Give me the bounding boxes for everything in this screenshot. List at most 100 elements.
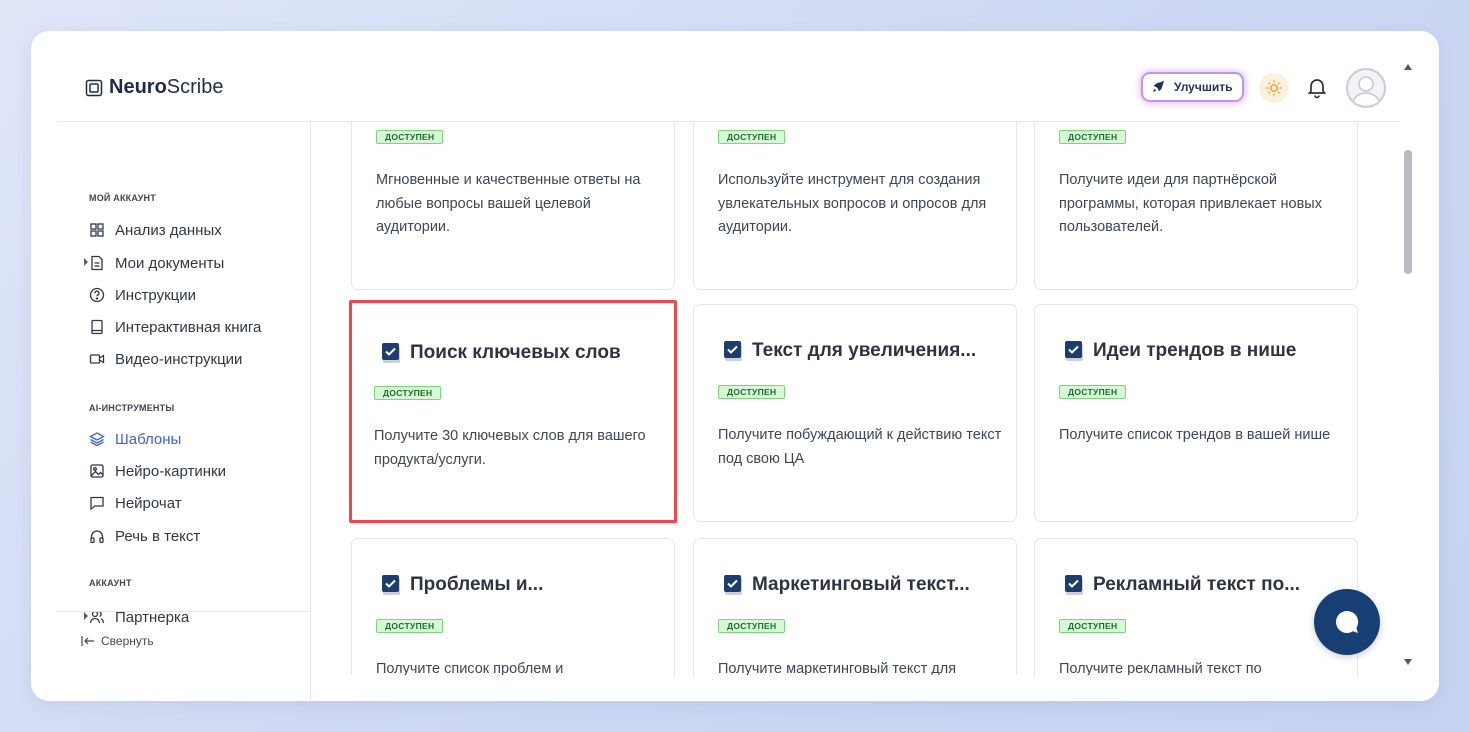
sidebar-item-label: Интерактивная книга [115,318,262,336]
sidebar-item-label: Нейро-картинки [115,462,226,480]
chat-icon [90,496,104,511]
sidebar-item-label: Шаблоны [115,430,182,448]
card-title-text: Поиск ключевых слов [410,342,621,363]
image-icon [90,464,104,478]
card-description: Получите рекламный текст по [1059,661,1262,675]
card-title: Поиск ключевых слов [382,342,621,364]
sidebar-item-templates[interactable]: Шаблоны [89,428,181,450]
section-title-account: АККАУНТ [89,578,132,588]
section-title-my-account: МОЙ АККАУНТ [89,193,156,203]
template-card[interactable]: ДОСТУПЕН Используйте инструмент для созд… [693,122,1017,290]
status-badge: ДОСТУПЕН [376,130,444,144]
card-title: Маркетинговый текст... [724,574,970,596]
card-title: Текст для увеличения... [724,340,976,362]
logo[interactable]: Neuro Scribe [85,76,224,99]
layers-icon [89,432,105,447]
logo-text-rest: Scribe [166,76,224,98]
book-icon [91,319,103,335]
card-description: Получите маркетинговый текст для [718,661,957,675]
card-title-text: Маркетинговый текст... [752,574,970,595]
templates-grid: ДОСТУПЕН Мгновенные и качественные ответ… [311,122,1400,675]
upgrade-button[interactable]: Улучшить [1141,72,1245,102]
template-card[interactable]: Текст для увеличения... ДОСТУПЕН Получит… [693,304,1017,522]
sidebar-item-neuro-images[interactable]: Нейро-картинки [89,460,226,482]
card-title: Рекламный текст по... [1065,574,1300,596]
status-badge: ДОСТУПЕН [376,619,444,633]
sidebar-item-my-documents[interactable]: Мои документы [84,252,225,274]
document-icon [91,255,103,271]
checkbox-icon [382,342,400,363]
template-card[interactable]: ДОСТУПЕН Получите идеи для партнёрской п… [1034,122,1358,290]
card-description: Получите список проблем и [376,661,564,675]
rocket-icon [1152,80,1165,93]
sidebar-item-neurochat[interactable]: Нейрочат [89,492,182,514]
status-badge: ДОСТУПЕН [374,386,442,400]
scroll-down-arrow[interactable] [1404,659,1412,665]
sidebar-item-label: Инструкции [115,286,197,304]
template-card[interactable]: ДОСТУПЕН Мгновенные и качественные ответ… [351,122,675,290]
collapse-arrow-icon [81,636,94,646]
card-description: Получите список трендов в вашей нише [1059,427,1331,443]
status-badge: ДОСТУПЕН [1059,385,1127,399]
collapse-label: Свернуть [101,634,154,648]
sidebar-item-label: Анализ данных [115,221,222,239]
collapse-button[interactable]: Свернуть [81,634,154,648]
video-icon [89,354,105,364]
scrollbar-thumb[interactable] [1404,150,1412,274]
card-title: Идеи трендов в нише [1065,340,1296,362]
sidebar-item-instructions[interactable]: Инструкции [89,284,196,306]
card-description: Получите идеи для партнёрской программы,… [1059,172,1322,235]
chat-bubble-icon [1335,610,1359,633]
sidebar-footer: Свернуть [57,611,310,701]
checkbox-icon [1065,340,1083,361]
card-title-text: Рекламный текст по... [1093,574,1301,595]
grid-icon [90,223,104,237]
checkbox-icon [724,574,742,595]
status-badge: ДОСТУПЕН [1059,130,1127,144]
headphones-icon [90,530,104,544]
scroll-up-arrow[interactable] [1404,64,1412,70]
card-title-text: Идеи трендов в нише [1093,340,1297,361]
sidebar-item-label: Нейрочат [115,494,182,512]
template-card[interactable]: Проблемы и... ДОСТУПЕН Получите список п… [351,538,675,675]
sidebar-item-label: Речь в текст [115,527,201,545]
template-card-keyword-search[interactable]: Поиск ключевых слов ДОСТУПЕН Получите 30… [349,300,677,523]
status-badge: ДОСТУПЕН [718,619,786,633]
checkbox-icon [724,340,742,361]
card-description: Получите побуждающий к действию текст по… [718,427,1002,467]
status-badge: ДОСТУПЕН [718,385,786,399]
logo-icon [85,79,103,96]
status-badge: ДОСТУПЕН [1059,619,1127,633]
card-title: Проблемы и... [382,574,543,596]
sidebar-item-data-analysis[interactable]: Анализ данных [89,219,222,241]
card-description: Получите 30 ключевых слов для вашего про… [374,428,646,468]
status-badge: ДОСТУПЕН [718,130,786,144]
top-bar: Neuro Scribe Улучшить [57,31,1400,122]
sidebar-item-video-instructions[interactable]: Видео-инструкции [89,348,242,370]
sun-icon [1266,80,1282,96]
upgrade-label: Улучшить [1174,80,1233,94]
checkbox-icon [1065,574,1083,595]
avatar[interactable] [1346,68,1386,108]
user-avatar-icon [1351,76,1381,105]
card-title-text: Проблемы и... [410,574,544,595]
help-circle-icon [89,287,105,303]
app-window: Neuro Scribe Улучшить МОЙ АККАУНТ Анализ … [31,31,1439,701]
bell-icon[interactable] [1305,75,1329,99]
template-card[interactable]: Маркетинговый текст... ДОСТУПЕН Получите… [693,538,1017,675]
card-title-text: Текст для увеличения... [752,340,977,361]
sidebar-item-label: Мои документы [115,254,225,272]
support-chat-button[interactable] [1314,589,1380,655]
checkbox-icon [382,574,400,595]
expand-caret-icon[interactable] [84,258,88,266]
card-description: Используйте инструмент для создания увле… [718,172,987,235]
logo-text-bold: Neuro [109,76,167,98]
sidebar: МОЙ АККАУНТ Анализ данных Мои документы … [57,122,311,701]
sidebar-item-label: Видео-инструкции [115,350,243,368]
template-card[interactable]: Рекламный текст по... ДОСТУПЕН Получите … [1034,538,1358,675]
section-title-ai-tools: AI-ИНСТРУМЕНТЫ [89,403,175,413]
sidebar-item-speech-to-text[interactable]: Речь в текст [89,525,200,547]
sidebar-item-interactive-book[interactable]: Интерактивная книга [89,316,261,338]
template-card[interactable]: Идеи трендов в нише ДОСТУПЕН Получите сп… [1034,304,1358,522]
theme-toggle[interactable] [1259,73,1289,103]
